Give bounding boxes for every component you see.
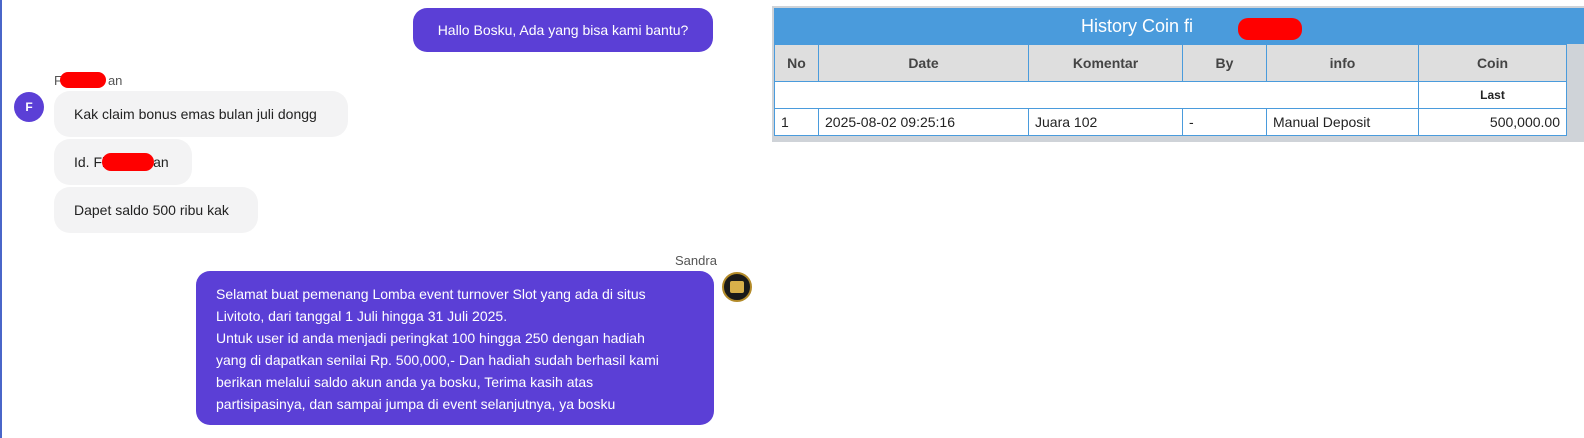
redaction-mark: [1238, 18, 1302, 40]
agent-reply-line: Selamat buat pemenang Lomba event turnov…: [216, 286, 646, 302]
agent-reply-line: Livitoto, dari tanggal 1 Juli hingga 31 …: [216, 308, 508, 324]
cell-info: Manual Deposit: [1266, 108, 1419, 136]
agent-reply-line: berikan melalui saldo akun anda ya bosku…: [216, 374, 594, 390]
user-message-1: Kak claim bonus emas bulan juli dongg: [54, 91, 348, 137]
user-message-3: Dapet saldo 500 ribu kak: [54, 187, 258, 233]
history-table: No Date Komentar By info Coin Last 1 202…: [774, 44, 1567, 136]
sub-header-row: Last: [774, 81, 1567, 109]
col-header-coin: Coin: [1418, 44, 1567, 82]
agent-name-label: Sandra: [675, 253, 717, 268]
col-header-by: By: [1182, 44, 1267, 82]
redaction-mark: [102, 153, 154, 171]
cell-komentar: Juara 102: [1028, 108, 1183, 136]
col-header-komentar: Komentar: [1028, 44, 1183, 82]
agent-avatar: [722, 272, 752, 302]
cell-date: 2025-08-02 09:25:16: [818, 108, 1029, 136]
agent-greeting-text: Hallo Bosku, Ada yang bisa kami bantu?: [437, 22, 689, 38]
cell-no: 1: [774, 108, 819, 136]
col-header-no: No: [774, 44, 819, 82]
history-coin-panel: History Coin fian No Date Komentar By in…: [772, 6, 1584, 142]
agent-reply-bubble: Selamat buat pemenang Lomba event turnov…: [196, 271, 714, 425]
agent-reply-line: yang di dapatkan senilai Rp. 500,000,- D…: [216, 352, 659, 368]
col-header-date: Date: [818, 44, 1029, 82]
logo-icon: [730, 281, 744, 293]
cell-coin: 500,000.00: [1418, 108, 1567, 136]
cell-by: -: [1182, 108, 1267, 136]
col-header-info: info: [1266, 44, 1419, 82]
left-border: [0, 0, 2, 438]
agent-reply-line: partisipasinya, dan sampai jumpa di even…: [216, 396, 616, 412]
table-header-row: No Date Komentar By info Coin: [774, 44, 1567, 82]
history-title: History Coin fian: [774, 8, 1584, 44]
user-avatar: F: [14, 92, 44, 122]
agent-reply-line: Untuk user id anda menjadi peringkat 100…: [216, 330, 645, 346]
agent-greeting-bubble: Hallo Bosku, Ada yang bisa kami bantu?: [413, 8, 713, 52]
coin-sub-header: Last: [1418, 81, 1567, 109]
redaction-mark: [60, 72, 106, 88]
table-row: 1 2025-08-02 09:25:16 Juara 102 - Manual…: [774, 108, 1567, 136]
